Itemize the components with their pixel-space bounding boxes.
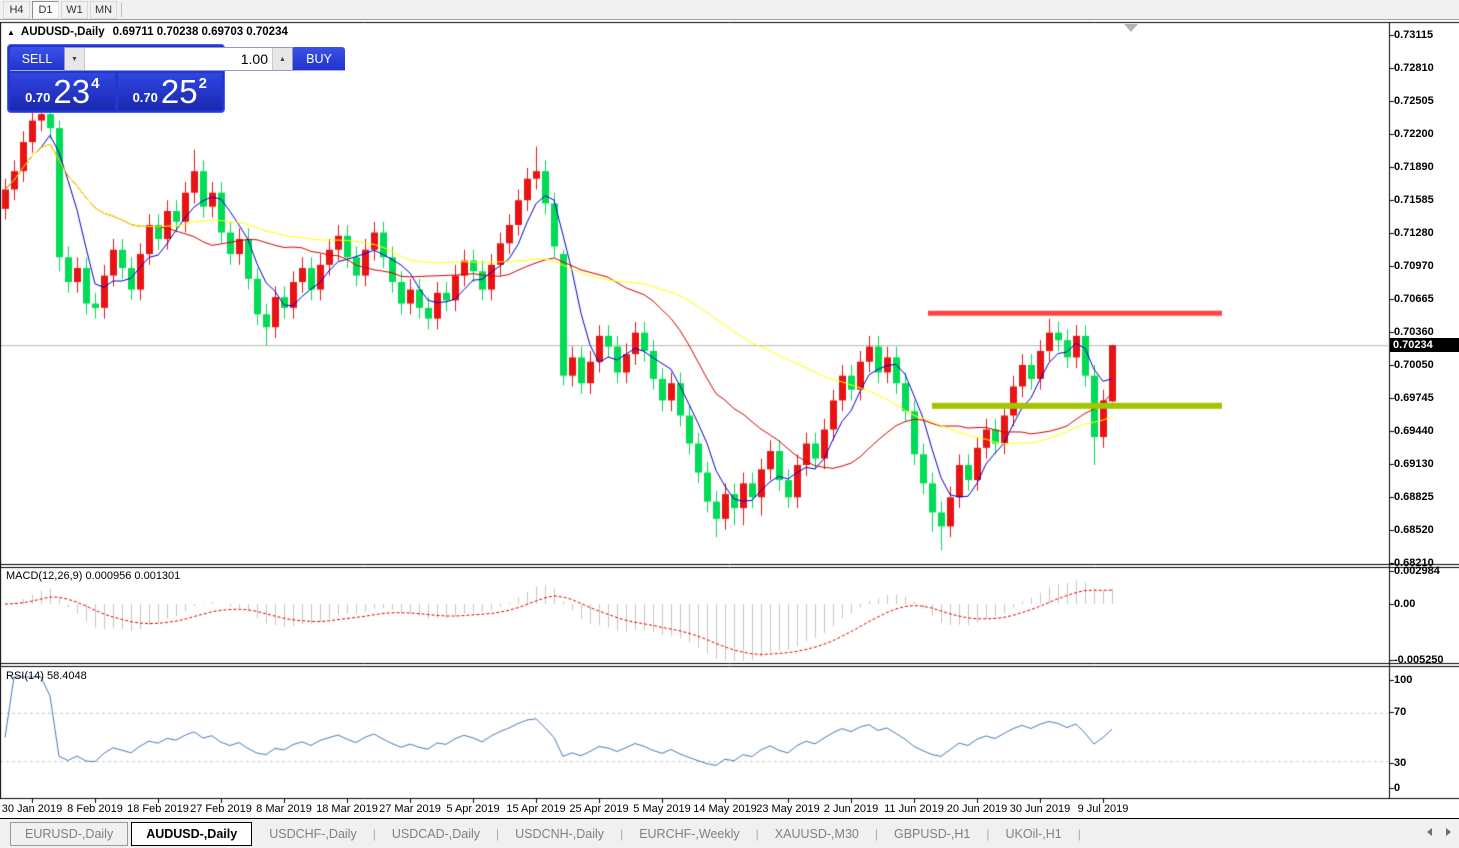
tab-usdchf[interactable]: USDCHF-,Daily <box>255 823 371 845</box>
tab-audusd[interactable]: AUDUSD-,Daily <box>131 821 253 846</box>
date-axis-label: 18 Feb 2019 <box>127 803 189 815</box>
buy-price-box[interactable]: 0.70 25 2 <box>117 73 222 110</box>
current-price-badge: 0.70234 <box>1390 338 1459 352</box>
macd-label: MACD(12,26,9) 0.000956 0.001301 <box>6 570 181 582</box>
rsi-axis-label: 0 <box>1394 782 1401 794</box>
date-axis-label: 18 Mar 2019 <box>316 803 378 815</box>
macd-axis-label: -0.005250 <box>1394 654 1444 666</box>
chart-symbol-label: AUDUSD-,Daily <box>20 26 105 38</box>
date-axis-label: 14 May 2019 <box>693 803 757 815</box>
date-axis-label: 20 Jun 2019 <box>946 803 1008 815</box>
price-axis-label: 0.70050 <box>1394 359 1434 371</box>
price-axis-label: 0.73115 <box>1394 29 1434 41</box>
price-axis-label: 0.71585 <box>1394 194 1434 206</box>
symbol-tab-bar: EURUSD-,Daily AUDUSD-,Daily USDCHF-,Daily |… <box>0 818 1459 848</box>
date-axis-label: 23 May 2019 <box>756 803 820 815</box>
collapse-triangle-icon[interactable]: ▲ <box>7 28 15 37</box>
date-axis-label: 11 Jun 2019 <box>884 803 944 815</box>
symbol-tabs: EURUSD-,Daily AUDUSD-,Daily USDCHF-,Daily |… <box>0 821 1083 846</box>
rsi-axis-label: 100 <box>1394 674 1413 686</box>
date-axis-label: 27 Mar 2019 <box>379 803 441 815</box>
tab-eurusd[interactable]: EURUSD-,Daily <box>10 821 129 846</box>
chart-scroll-marker-icon[interactable] <box>1124 24 1138 32</box>
volume-input[interactable] <box>85 48 272 70</box>
chart-canvas[interactable] <box>0 0 1459 848</box>
price-axis-label: 0.70360 <box>1394 326 1434 338</box>
timeframe-button-h4[interactable]: H4 <box>3 0 30 19</box>
price-axis-label: 0.71890 <box>1394 161 1434 173</box>
tab-separator: | <box>874 826 878 841</box>
one-click-trading-panel: SELL ▼ ▲ BUY 0.70 23 4 0.70 25 2 <box>7 44 345 113</box>
timeframe-button-mn[interactable]: MN <box>90 0 117 19</box>
price-axis-label: 0.69440 <box>1394 425 1434 437</box>
timeframe-button-d1[interactable]: D1 <box>32 0 59 19</box>
price-axis-label: 0.71280 <box>1394 227 1434 239</box>
timeframe-toolbar: H4 D1 W1 MN <box>0 0 1459 20</box>
date-axis-label: 30 Jun 2019 <box>1009 803 1071 815</box>
price-axis-label: 0.72810 <box>1394 62 1434 74</box>
sell-price-prefix: 0.70 <box>25 90 51 105</box>
price-axis-label: 0.69745 <box>1394 392 1434 404</box>
sell-button[interactable]: SELL <box>10 47 64 71</box>
tab-separator: | <box>1077 826 1081 841</box>
macd-axis-label: 0.00 <box>1394 598 1416 610</box>
date-axis-label: 30 Jan 2019 <box>1 803 63 815</box>
chart-ohlc-values: 0.69711 0.70238 0.69703 0.70234 <box>112 26 288 38</box>
tab-usdcnh[interactable]: USDCNH-,Daily <box>501 823 618 845</box>
rsi-label: RSI(14) 58.4048 <box>6 670 87 682</box>
tabs-scroll-right-icon[interactable] <box>1446 828 1451 836</box>
buy-price-pips: 25 <box>160 73 198 110</box>
price-axis-label: 0.72200 <box>1394 128 1434 140</box>
price-axis-label: 0.72505 <box>1394 95 1434 107</box>
date-axis-label: 9 Jul 2019 <box>1077 803 1129 815</box>
date-axis-label: 2 Jun 2019 <box>823 803 879 815</box>
buy-button[interactable]: BUY <box>293 47 345 71</box>
timeframe-buttons: H4 D1 W1 MN <box>3 0 117 19</box>
volume-increase-icon[interactable]: ▲ <box>272 48 292 70</box>
tab-xauusd[interactable]: XAUUSD-,M30 <box>761 823 873 845</box>
trading-terminal-window: H4 D1 W1 MN ▲ AUDUSD-,Daily 0.69711 0.70238… <box>0 0 1459 848</box>
sell-price-box[interactable]: 0.70 23 4 <box>10 73 115 110</box>
volume-spinner: ▼ ▲ <box>64 47 293 71</box>
buy-price-prefix: 0.70 <box>132 90 158 105</box>
volume-decrease-icon[interactable]: ▼ <box>65 48 85 70</box>
date-axis-label: 27 Feb 2019 <box>190 803 252 815</box>
price-axis-label: 0.68825 <box>1394 491 1434 503</box>
date-axis-label: 8 Mar 2019 <box>256 803 312 815</box>
date-axis-label: 5 Apr 2019 <box>446 803 500 815</box>
chart-title: ▲ AUDUSD-,Daily 0.69711 0.70238 0.69703 … <box>7 26 288 38</box>
date-axis-label: 8 Feb 2019 <box>67 803 123 815</box>
price-axis-label: 0.70970 <box>1394 260 1434 272</box>
tab-separator: | <box>755 826 759 841</box>
buy-price-fraction: 2 <box>198 75 207 92</box>
date-axis-label: 5 May 2019 <box>633 803 691 815</box>
price-axis-label: 0.68520 <box>1394 524 1434 536</box>
tab-scroll-arrows <box>1427 828 1451 836</box>
date-axis-label: 15 Apr 2019 <box>506 803 566 815</box>
tab-gbpusd[interactable]: GBPUSD-,H1 <box>880 823 984 845</box>
macd-axis-label: 0.002984 <box>1394 565 1440 577</box>
tab-separator: | <box>372 826 376 841</box>
rsi-axis-label: 30 <box>1394 757 1407 769</box>
toolbar-separator <box>121 2 122 17</box>
tab-usdcad[interactable]: USDCAD-,Daily <box>378 823 494 845</box>
tab-separator: | <box>496 826 500 841</box>
price-axis-label: 0.69130 <box>1394 458 1434 470</box>
price-axis-label: 0.70665 <box>1394 293 1434 305</box>
date-axis-label: 25 Apr 2019 <box>569 803 629 815</box>
tabs-scroll-left-icon[interactable] <box>1427 828 1432 836</box>
sell-price-pips: 23 <box>53 73 91 110</box>
rsi-axis-label: 70 <box>1394 706 1407 718</box>
sell-price-fraction: 4 <box>91 75 100 92</box>
tab-ukoil[interactable]: UKOil-,H1 <box>992 823 1076 845</box>
tab-separator: | <box>620 826 624 841</box>
tab-separator: | <box>986 826 990 841</box>
timeframe-button-w1[interactable]: W1 <box>61 0 88 19</box>
tab-eurchf[interactable]: EURCHF-,Weekly <box>625 823 753 845</box>
